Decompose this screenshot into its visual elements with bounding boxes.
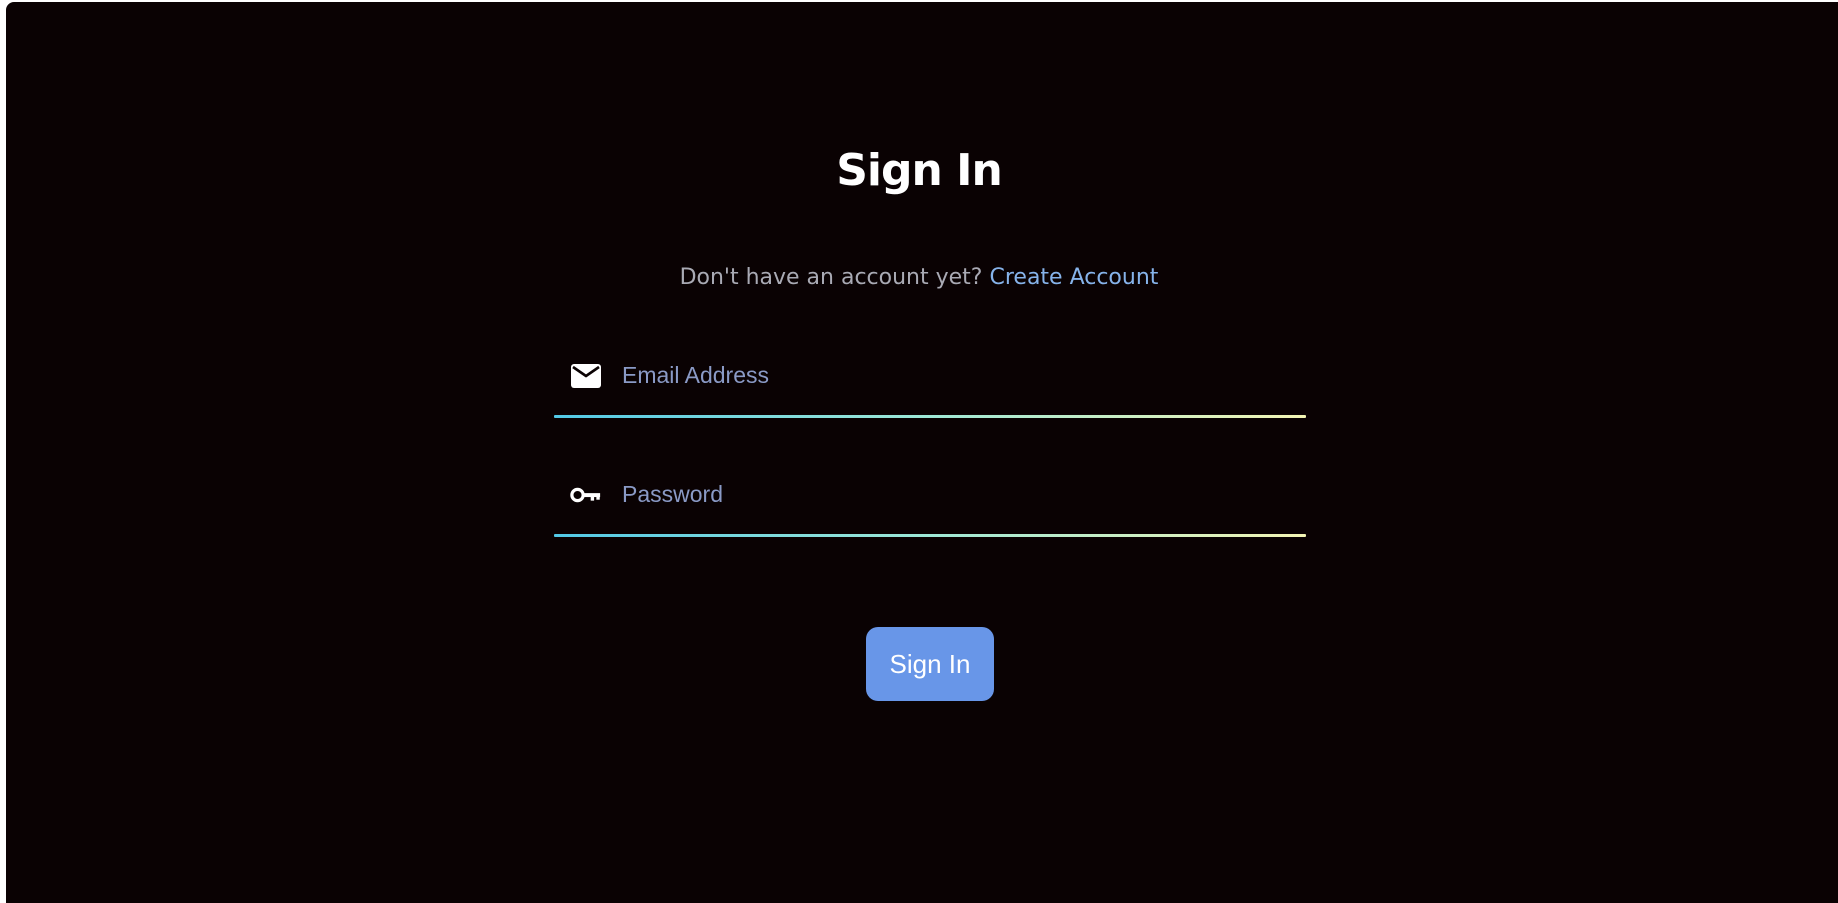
password-input[interactable] — [622, 473, 1282, 515]
create-account-link[interactable]: Create Account — [989, 265, 1158, 290]
email-underline — [554, 415, 1306, 418]
page-title: Sign In — [836, 145, 1003, 196]
password-underline — [554, 534, 1306, 537]
sign-in-button[interactable]: Sign In — [866, 627, 994, 701]
signup-prompt: Don't have an account yet? Create Accoun… — [0, 263, 1838, 293]
password-field-group — [554, 471, 1306, 537]
email-field-group — [554, 352, 1306, 418]
envelope-icon — [570, 360, 602, 392]
key-icon — [570, 479, 602, 511]
email-input[interactable] — [622, 354, 1282, 396]
signup-prompt-text: Don't have an account yet? — [679, 265, 983, 290]
login-panel — [6, 2, 1838, 903]
